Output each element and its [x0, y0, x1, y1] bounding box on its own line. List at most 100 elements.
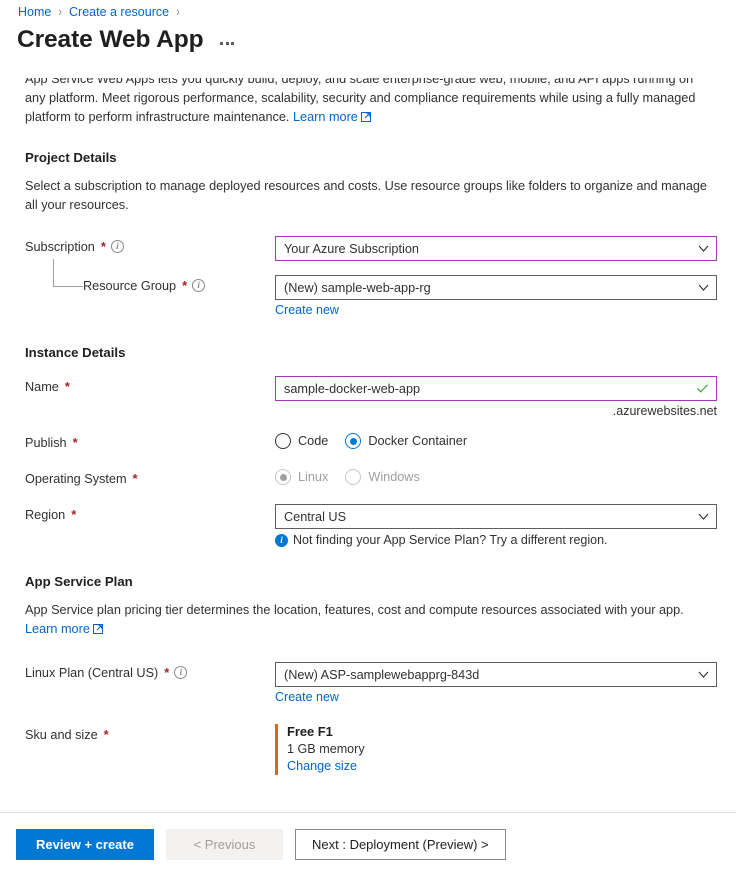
label-region: Region *: [25, 504, 275, 522]
field-row-region: Region * Central US i Not finding your Ap…: [25, 504, 717, 547]
region-hint-text: Not finding your App Service Plan? Try a…: [293, 533, 608, 547]
subscription-dropdown[interactable]: Your Azure Subscription: [275, 236, 717, 261]
label-operating-system-text: Operating System: [25, 471, 127, 486]
chevron-down-icon: [698, 282, 709, 293]
field-row-sku-and-size: Sku and size * Free F1 1 GB memory Change…: [25, 724, 716, 775]
app-service-plan-learn-more-link[interactable]: Learn more: [25, 622, 90, 636]
name-input[interactable]: sample-docker-web-app: [275, 376, 717, 401]
create-new-resource-group-link[interactable]: Create new: [275, 303, 339, 317]
linux-plan-value: (New) ASP-samplewebapprg-843d: [284, 667, 480, 682]
name-domain-suffix: .azurewebsites.net: [612, 404, 717, 418]
resource-group-dropdown[interactable]: (New) sample-web-app-rg: [275, 275, 717, 300]
field-row-subscription: Subscription * i Your Azure Subscription: [25, 236, 717, 261]
info-icon[interactable]: i: [192, 279, 206, 292]
region-dropdown[interactable]: Central US: [275, 504, 717, 529]
review-create-button[interactable]: Review + create: [16, 829, 154, 860]
description-line-2: any platform. Meet rigorous performance,…: [25, 91, 696, 105]
valid-check-icon: [696, 382, 709, 395]
more-options-icon[interactable]: [217, 38, 237, 49]
label-sku-and-size: Sku and size *: [25, 724, 275, 742]
field-row-resource-group: Resource Group * i (New) sample-web-app-r…: [25, 259, 717, 319]
region-hint: i Not finding your App Service Plan? Try…: [275, 533, 717, 547]
ellipsis-dot: [220, 41, 224, 45]
field-publish: Code Docker Container: [275, 432, 716, 449]
section-heading-project-details: Project Details: [25, 150, 117, 165]
label-subscription: Subscription * i: [25, 236, 275, 254]
field-row-operating-system: Operating System * Linux Windows: [25, 468, 716, 486]
page-description: App Service Web Apps lets you quickly bu…: [25, 78, 717, 128]
required-marker: *: [164, 665, 170, 680]
page-title: Create Web App: [17, 26, 204, 53]
description-line-1: App Service Web Apps lets you quickly bu…: [25, 78, 694, 86]
app-service-plan-subtext: App Service plan pricing tier determines…: [25, 603, 684, 617]
label-name-text: Name: [25, 379, 59, 394]
ellipsis-dot: [225, 41, 229, 45]
field-row-name: Name * sample-docker-web-app .azurewebsit…: [25, 376, 717, 418]
radio-publish-code[interactable]: Code: [275, 433, 328, 449]
radio-circle-icon: [275, 433, 291, 449]
field-row-publish: Publish * Code Docker Container: [25, 432, 716, 450]
subscription-value: Your Azure Subscription: [284, 241, 419, 256]
next-deployment-button[interactable]: Next : Deployment (Preview) >: [295, 829, 506, 860]
resource-group-value: (New) sample-web-app-rg: [284, 280, 431, 295]
radio-os-windows: Windows: [345, 469, 420, 485]
external-link-icon: [92, 621, 104, 640]
required-marker: *: [182, 278, 188, 293]
info-filled-icon: i: [275, 533, 288, 547]
field-linux-plan: (New) ASP-samplewebapprg-843d Create new: [275, 662, 717, 706]
info-icon[interactable]: i: [110, 240, 124, 253]
chevron-down-icon: [698, 669, 709, 680]
info-icon[interactable]: i: [174, 666, 188, 679]
label-publish-text: Publish: [25, 435, 67, 450]
radio-publish-docker-container[interactable]: Docker Container: [345, 433, 467, 449]
region-value: Central US: [284, 509, 347, 524]
section-heading-app-service-plan: App Service Plan: [25, 574, 133, 589]
create-web-app-page: Home › Create a resource › Create Web Ap…: [0, 0, 736, 872]
required-marker: *: [64, 379, 70, 394]
section-heading-instance-details: Instance Details: [25, 345, 126, 360]
learn-more-link[interactable]: Learn more: [293, 110, 358, 124]
previous-button: < Previous: [166, 829, 283, 860]
label-sku-and-size-text: Sku and size: [25, 727, 98, 742]
section-subtext-project-details: Select a subscription to manage deployed…: [25, 179, 707, 212]
radio-circle-icon: [275, 469, 291, 485]
radio-os-windows-label: Windows: [368, 470, 420, 484]
section-subtext-app-service-plan: App Service plan pricing tier determines…: [25, 601, 717, 639]
chevron-down-icon: [698, 511, 709, 522]
radio-os-linux: Linux: [275, 469, 328, 485]
linux-plan-dropdown[interactable]: (New) ASP-samplewebapprg-843d: [275, 662, 717, 687]
label-subscription-text: Subscription: [25, 239, 95, 254]
field-region: Central US i Not finding your App Servic…: [275, 504, 717, 547]
sku-summary-card: Free F1 1 GB memory Change size: [275, 724, 716, 775]
form-scroll-area[interactable]: App Service Web Apps lets you quickly bu…: [0, 78, 736, 812]
breadcrumb-separator-icon: ›: [58, 4, 63, 20]
breadcrumb-separator-icon: ›: [176, 4, 180, 20]
breadcrumb-item-home[interactable]: Home: [18, 5, 51, 19]
label-resource-group-text: Resource Group: [83, 278, 177, 293]
label-operating-system: Operating System *: [25, 468, 275, 486]
title-row: Create Web App: [17, 26, 237, 54]
required-marker: *: [103, 727, 109, 742]
radio-publish-code-label: Code: [298, 434, 329, 448]
name-value: sample-docker-web-app: [284, 381, 421, 396]
required-marker: *: [72, 435, 78, 450]
required-marker: *: [71, 507, 77, 522]
label-linux-plan: Linux Plan (Central US) * i: [25, 662, 275, 680]
radio-circle-icon: [345, 433, 362, 449]
change-size-link[interactable]: Change size: [287, 759, 357, 773]
required-marker: *: [100, 239, 106, 254]
external-link-icon: [360, 109, 372, 128]
radio-publish-docker-container-label: Docker Container: [368, 434, 468, 448]
label-region-text: Region: [25, 507, 66, 522]
wizard-footer: Review + create < Previous Next : Deploy…: [0, 812, 736, 872]
field-name: sample-docker-web-app .azurewebsites.net: [275, 376, 717, 418]
create-new-plan-link[interactable]: Create new: [275, 690, 339, 704]
field-operating-system: Linux Windows: [275, 468, 716, 485]
breadcrumb-item-create-a-resource[interactable]: Create a resource: [69, 5, 169, 19]
sku-memory: 1 GB memory: [287, 742, 365, 756]
label-publish: Publish *: [25, 432, 275, 450]
label-linux-plan-text: Linux Plan (Central US): [25, 665, 159, 680]
radio-circle-icon: [345, 469, 362, 485]
radio-os-linux-label: Linux: [298, 470, 329, 484]
publish-radio-group: Code Docker Container: [275, 432, 716, 449]
